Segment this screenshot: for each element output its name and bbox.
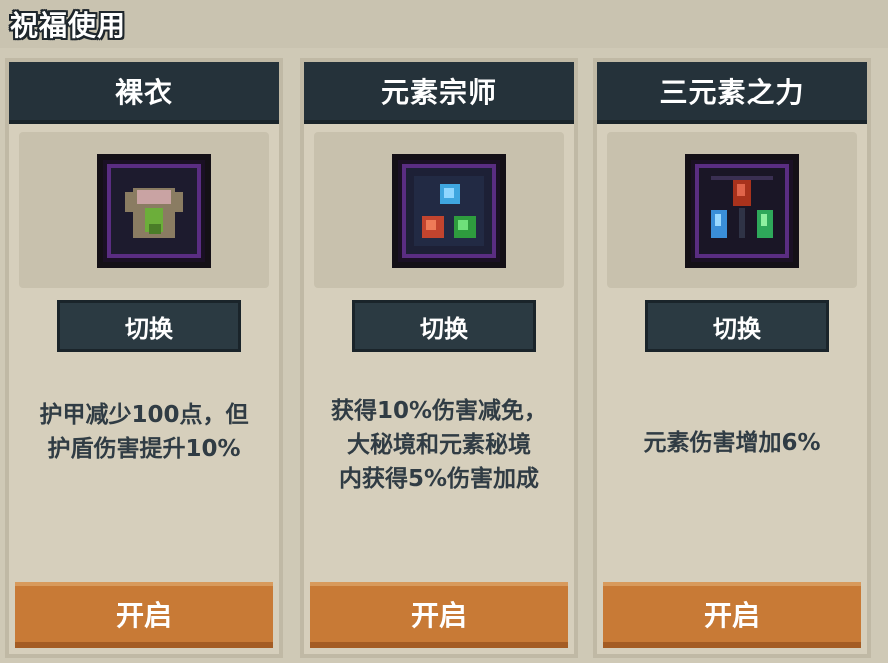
element-orbs-icon xyxy=(392,154,506,268)
open-button-label: 开启 xyxy=(410,599,467,632)
blessing-description: 元素伤害增加6% xyxy=(643,430,821,456)
switch-button[interactable]: 切换 xyxy=(645,300,829,352)
switch-button[interactable]: 切换 xyxy=(352,300,536,352)
blessing-card-3: 三元素之力 切换 元素伤害增加6% 开启 xyxy=(593,58,871,658)
icon-panel xyxy=(607,132,857,288)
element-crystals-icon xyxy=(685,154,799,268)
armor-shirt-icon xyxy=(97,154,211,268)
card-header: 三元素之力 xyxy=(597,62,867,124)
card-header: 裸衣 xyxy=(9,62,279,124)
blessing-card-1: 裸衣 切换 护甲减少100点，但 护盾伤害提升10% 开启 xyxy=(5,58,283,658)
blessing-card-2: 元素宗师 切换 获得10%伤害减免， 大秘境和元素秘境 内获得5%伤害加成 开启 xyxy=(300,58,578,658)
open-button[interactable]: 开启 xyxy=(15,582,273,648)
blessing-description: 护甲减少100点，但 护盾伤害提升10% xyxy=(39,402,249,462)
switch-button-label: 切换 xyxy=(125,314,173,343)
card-title: 元素宗师 xyxy=(380,76,497,109)
blessing-description: 获得10%伤害减免， 大秘境和元素秘境 内获得5%伤害加成 xyxy=(330,398,548,492)
page-title: 祝福使用 xyxy=(10,9,127,42)
open-button[interactable]: 开启 xyxy=(310,582,568,648)
open-button[interactable]: 开启 xyxy=(603,582,861,648)
open-button-label: 开启 xyxy=(115,599,172,632)
open-button-label: 开启 xyxy=(703,599,760,632)
switch-button-label: 切换 xyxy=(713,314,761,343)
card-title: 三元素之力 xyxy=(659,76,805,109)
card-header: 元素宗师 xyxy=(304,62,574,124)
top-bar: 祝福使用 xyxy=(0,0,888,48)
switch-button[interactable]: 切换 xyxy=(57,300,241,352)
icon-panel xyxy=(19,132,269,288)
icon-panel xyxy=(314,132,564,288)
card-title: 裸衣 xyxy=(114,76,173,109)
switch-button-label: 切换 xyxy=(420,314,468,343)
